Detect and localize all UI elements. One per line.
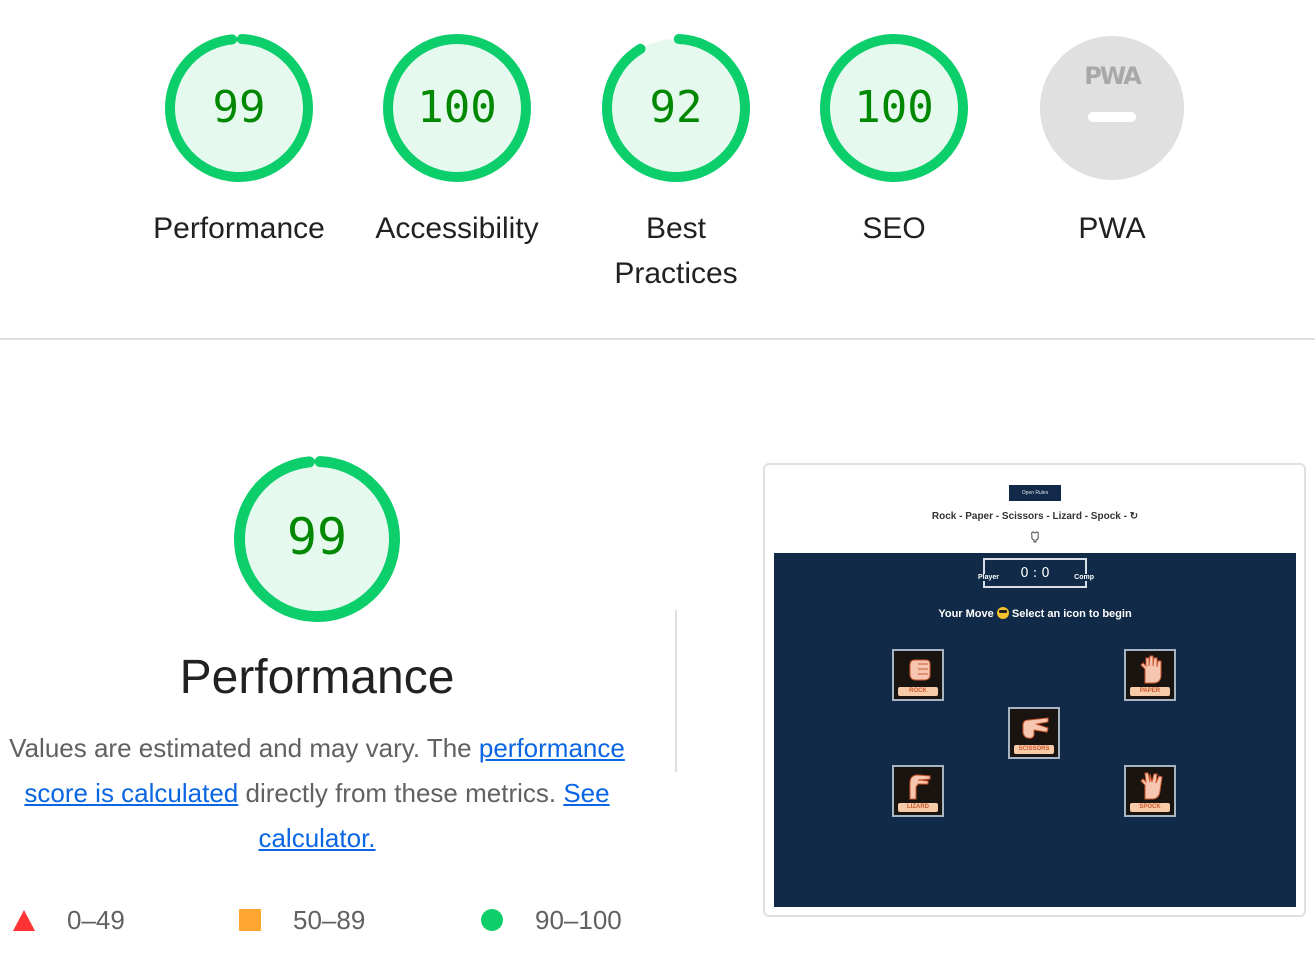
gauge-label: PWA (1078, 212, 1146, 245)
gauge-score: 99 (212, 82, 266, 133)
move-label: SCISSORS (1014, 745, 1054, 754)
gauge-label: SEO (862, 212, 926, 245)
gauge-ring: 100 (383, 34, 531, 182)
move-label: PAPER (1130, 687, 1170, 696)
gauge-score: 100 (417, 82, 497, 133)
comp-label: Comp (1073, 574, 1095, 581)
fist-icon (909, 659, 931, 681)
score-value: 0 : 0 (1020, 566, 1050, 581)
move-lizard: LIZARD (892, 765, 944, 817)
performance-title: Performance (179, 651, 455, 704)
gauge-best-practices[interactable]: 92 Best Practices (581, 34, 771, 296)
performance-section: 99 Performance Values are estimated and … (0, 340, 640, 961)
move-label: ROCK (898, 687, 938, 696)
triangle-icon (13, 909, 35, 931)
vertical-divider (675, 610, 677, 772)
gauge-ring: 92 (602, 34, 750, 182)
game-board: Player 0 : 0 Comp Your Move Select an ic… (774, 553, 1296, 907)
status-message: Your Move Select an icon to begin (774, 607, 1296, 620)
desc-text-2: directly from these metrics. (238, 778, 564, 808)
legend-item-average: 50–89 (239, 900, 365, 940)
open-hand-icon (1140, 655, 1162, 684)
move-label: SPOCK (1130, 803, 1170, 812)
pwa-circle (1040, 36, 1184, 180)
status-prefix: Your Move (938, 608, 994, 620)
gauge-accessibility[interactable]: 100 Accessibility (362, 34, 552, 251)
square-icon (239, 909, 261, 931)
move-scissors: SCISSORS (1008, 707, 1060, 759)
gauge-score: 100 (854, 82, 934, 133)
move-paper: PAPER (1124, 649, 1176, 701)
screenshot-content: Open Rules Rock - Paper - Scissors - Liz… (774, 465, 1296, 907)
gauge-label: Best Practices (614, 212, 738, 290)
gauge-pwa[interactable]: PWA PWA (1017, 34, 1207, 251)
legend-item-fail: 0–49 (13, 900, 125, 940)
vulcan-salute-icon (1140, 772, 1163, 800)
legend-range: 50–89 (293, 905, 366, 935)
desc-text-1: Values are estimated and may vary. The (9, 733, 479, 763)
game-title: Rock - Paper - Scissors - Lizard - Spock… (774, 511, 1296, 522)
game-title-text: Rock - Paper - Scissors - Lizard - Spock… (931, 511, 1127, 522)
gauge-label: Accessibility (375, 212, 539, 245)
performance-score: 99 (286, 508, 348, 566)
lizard-hand-icon (909, 774, 931, 800)
category-gauges: 99 Performance 100 Accessibility 92 Best… (0, 0, 1315, 338)
gauge-label: Performance (153, 212, 325, 245)
status-suffix: Select an icon to begin (1011, 608, 1132, 620)
open-rules-button: Open Rules (1009, 485, 1061, 501)
not-applicable-dash-icon (1088, 112, 1136, 122)
move-label: LIZARD (898, 803, 938, 812)
pwa-logo-icon: PWA (1084, 62, 1142, 90)
gauge-score: 92 (649, 82, 703, 133)
legend-item-pass: 90–100 (481, 900, 622, 940)
gauge-ring: PWA (1038, 34, 1186, 182)
gauge-seo[interactable]: 100 SEO (799, 34, 989, 251)
github-icon (1029, 531, 1041, 543)
sunglasses-emoji-icon (996, 607, 1009, 619)
legend-range: 0–49 (67, 905, 125, 935)
game-header: Open Rules Rock - Paper - Scissors - Liz… (774, 465, 1296, 553)
move-rock: ROCK (892, 649, 944, 701)
gauge-ring: 100 (820, 34, 968, 182)
gauge-ring: 99 (165, 34, 313, 182)
circle-icon (481, 909, 503, 931)
final-screenshot[interactable]: Open Rules Rock - Paper - Scissors - Liz… (763, 463, 1306, 917)
score-legend: 0–49 50–89 90–100 (0, 900, 640, 940)
scissors-hand-icon (1022, 717, 1049, 739)
gauge-performance[interactable]: 99 Performance (144, 34, 334, 251)
refresh-icon: ↻ (1129, 511, 1139, 522)
performance-description: Values are estimated and may vary. The p… (6, 726, 628, 861)
move-spock: SPOCK (1124, 765, 1176, 817)
scoreboard: Player 0 : 0 Comp (977, 558, 1095, 588)
legend-range: 90–100 (535, 905, 622, 935)
